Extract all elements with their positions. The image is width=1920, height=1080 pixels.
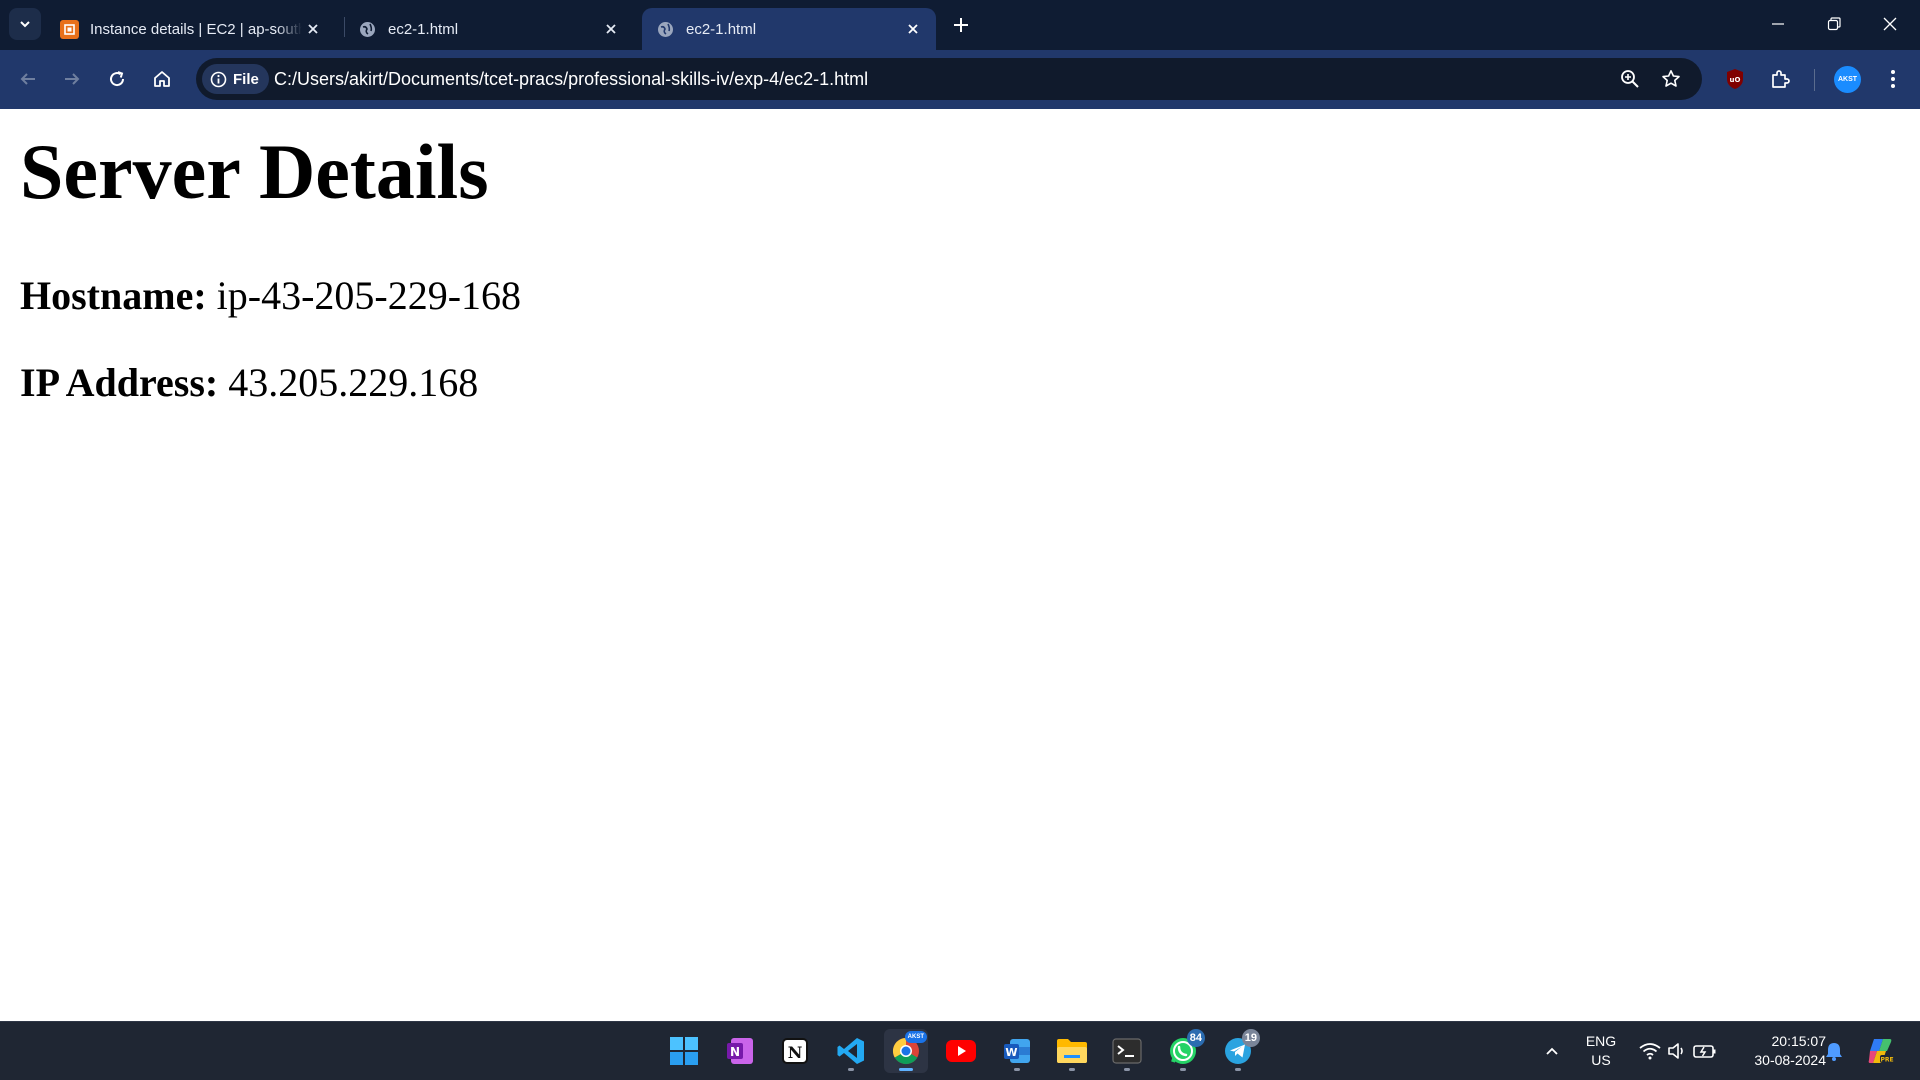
running-indicator bbox=[899, 1068, 913, 1071]
tab-title: ec2-1.html bbox=[686, 20, 757, 38]
bookmark-star-icon[interactable] bbox=[1659, 67, 1683, 91]
hostname-row: Hostname: ip-43-205-229-168 bbox=[20, 272, 521, 320]
clock[interactable]: 20:15:07 30-08-2024 bbox=[1730, 1032, 1826, 1070]
close-icon bbox=[1883, 17, 1897, 31]
chevron-down-icon bbox=[20, 21, 30, 28]
running-indicator bbox=[1069, 1068, 1075, 1071]
info-icon bbox=[210, 71, 227, 87]
aws-ec2-icon bbox=[60, 19, 79, 39]
whatsapp-unread-badge: 84 bbox=[1186, 1029, 1205, 1047]
arrow-right-icon bbox=[65, 73, 80, 85]
scheme-label: File bbox=[233, 70, 259, 88]
running-indicator bbox=[1014, 1068, 1020, 1071]
page-title: Server Details bbox=[20, 128, 489, 215]
windows-start-icon[interactable] bbox=[662, 1029, 706, 1073]
plus-icon bbox=[954, 18, 968, 32]
address-bar[interactable]: File C:/Users/akirt/Documents/tcet-pracs… bbox=[196, 58, 1702, 100]
tab-title: Instance details | EC2 | ap-south-1 bbox=[90, 20, 302, 38]
home-button[interactable] bbox=[144, 61, 180, 97]
wifi-icon bbox=[1639, 1043, 1661, 1060]
tab-ec2-html-2[interactable]: ec2-1.html bbox=[642, 8, 936, 50]
browser-toolbar: File C:/Users/akirt/Documents/tcet-pracs… bbox=[0, 50, 1920, 109]
minimize-icon bbox=[1772, 23, 1784, 25]
quick-settings-button[interactable] bbox=[1632, 1029, 1724, 1073]
extensions-puzzle-icon[interactable] bbox=[1767, 65, 1795, 93]
running-indicator bbox=[1235, 1068, 1241, 1071]
onenote-icon[interactable]: N bbox=[718, 1029, 762, 1073]
close-window-button[interactable] bbox=[1862, 0, 1918, 48]
back-button[interactable] bbox=[10, 61, 46, 97]
site-info-chip[interactable]: File bbox=[202, 64, 269, 94]
chrome-icon[interactable]: AKST bbox=[884, 1029, 928, 1073]
globe-icon bbox=[656, 20, 675, 39]
copilot-icon[interactable]: PRE bbox=[1858, 1029, 1902, 1073]
telegram-unread-badge: 19 bbox=[1241, 1029, 1260, 1047]
notification-bell-icon[interactable] bbox=[1814, 1029, 1854, 1073]
running-indicator bbox=[1180, 1068, 1186, 1071]
running-indicator bbox=[1124, 1068, 1130, 1071]
tab-search-button[interactable] bbox=[9, 8, 41, 40]
hostname-value: ip-43-205-229-168 bbox=[216, 273, 522, 318]
globe-icon bbox=[358, 20, 377, 39]
profile-badge: AKST bbox=[904, 1031, 927, 1043]
ip-address-value: 43.205.229.168 bbox=[228, 360, 479, 405]
language-indicator[interactable]: ENG US bbox=[1578, 1032, 1624, 1070]
running-indicator bbox=[848, 1068, 854, 1071]
svg-text:W: W bbox=[1005, 1046, 1017, 1059]
reload-icon bbox=[110, 71, 125, 87]
close-icon[interactable] bbox=[902, 18, 924, 40]
new-tab-button[interactable] bbox=[948, 12, 974, 38]
restore-icon bbox=[1827, 17, 1841, 31]
ublock-origin-icon[interactable]: uO bbox=[1721, 65, 1749, 93]
clock-date: 30-08-2024 bbox=[1754, 1052, 1826, 1068]
tab-title: ec2-1.html bbox=[388, 20, 459, 38]
battery-charging-icon bbox=[1693, 1045, 1716, 1058]
tab-ec2-console[interactable]: Instance details | EC2 | ap-south-1 bbox=[46, 8, 336, 50]
hostname-label: Hostname: bbox=[20, 273, 207, 318]
ip-address-label: IP Address: bbox=[20, 360, 219, 405]
page-viewport: Server Details Hostname: ip-43-205-229-1… bbox=[0, 109, 1920, 1021]
word-icon[interactable]: W bbox=[995, 1029, 1039, 1073]
profile-avatar[interactable]: AKST bbox=[1834, 66, 1861, 93]
youtube-icon[interactable] bbox=[939, 1029, 983, 1073]
close-icon[interactable] bbox=[600, 18, 622, 40]
windows-taskbar: N N AKST W 84 19 ENG US 20:15:07 30-08-2… bbox=[0, 1021, 1920, 1080]
clock-time: 20:15:07 bbox=[1771, 1033, 1827, 1049]
url-text[interactable]: C:/Users/akirt/Documents/tcet-pracs/prof… bbox=[274, 58, 868, 100]
svg-text:N: N bbox=[730, 1045, 740, 1059]
forward-button[interactable] bbox=[54, 61, 90, 97]
notion-icon[interactable]: N bbox=[773, 1029, 817, 1073]
file-explorer-icon[interactable] bbox=[1050, 1029, 1094, 1073]
terminal-icon[interactable] bbox=[1105, 1029, 1149, 1073]
browser-tab-strip: Instance details | EC2 | ap-south-1 ec2-… bbox=[0, 0, 1920, 50]
tab-ec2-html-1[interactable]: ec2-1.html bbox=[344, 8, 634, 50]
restore-button[interactable] bbox=[1806, 0, 1862, 48]
telegram-icon[interactable]: 19 bbox=[1216, 1029, 1260, 1073]
language-label: ENG bbox=[1585, 1033, 1617, 1049]
svg-text:N: N bbox=[788, 1043, 803, 1062]
region-label: US bbox=[1591, 1052, 1611, 1068]
svg-text:uO: uO bbox=[1730, 76, 1741, 84]
svg-text:PRE: PRE bbox=[1880, 1057, 1893, 1064]
ip-address-row: IP Address: 43.205.229.168 bbox=[20, 359, 478, 407]
zoom-icon[interactable] bbox=[1618, 67, 1642, 91]
close-icon[interactable] bbox=[302, 18, 324, 40]
show-hidden-icons-chevron-icon[interactable] bbox=[1530, 1029, 1574, 1073]
whatsapp-icon[interactable]: 84 bbox=[1161, 1029, 1205, 1073]
minimize-button[interactable] bbox=[1750, 0, 1806, 48]
vscode-icon[interactable] bbox=[829, 1029, 873, 1073]
toolbar-divider bbox=[1814, 69, 1815, 91]
reload-button[interactable] bbox=[99, 61, 135, 97]
home-icon bbox=[154, 71, 170, 87]
volume-icon bbox=[1668, 1043, 1683, 1059]
arrow-left-icon bbox=[20, 73, 35, 85]
more-menu-icon[interactable] bbox=[1879, 65, 1907, 93]
